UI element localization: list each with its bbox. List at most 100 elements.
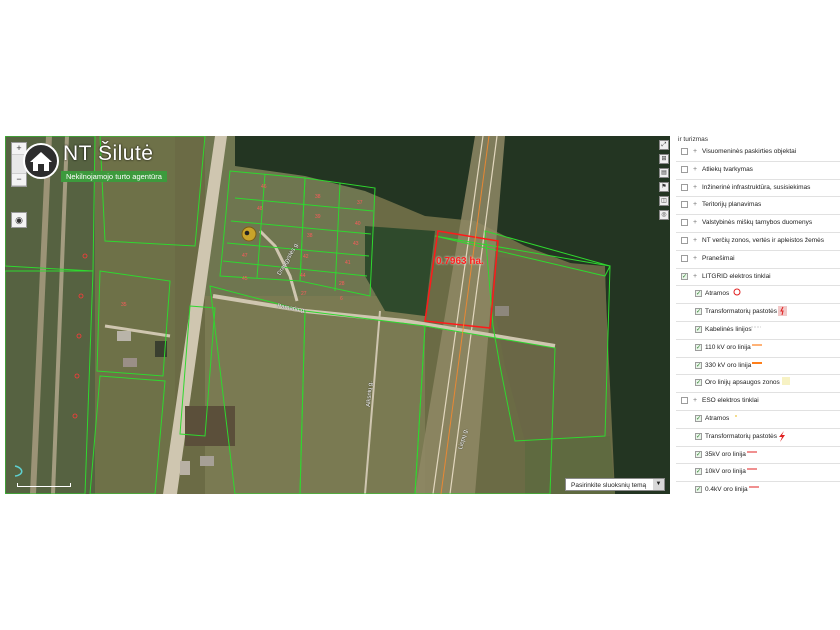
layer-row[interactable]: ✓ Transformatorių pastotės bbox=[676, 429, 840, 447]
satellite-imagery bbox=[5, 136, 670, 494]
layer-label: 35kV oro linija bbox=[705, 450, 746, 458]
red-circle-icon bbox=[733, 288, 741, 298]
locate-icon[interactable]: ◉ bbox=[11, 212, 27, 228]
fullscreen-icon[interactable]: ⤢ bbox=[659, 140, 669, 150]
layer-checkbox[interactable] bbox=[681, 165, 688, 173]
layer-checkbox[interactable] bbox=[681, 236, 688, 244]
flag-icon[interactable]: ⚑ bbox=[659, 182, 669, 192]
layer-label: Oro linijų apsaugos zonos bbox=[705, 379, 780, 387]
plot-number: 48 bbox=[257, 206, 263, 212]
expand-icon[interactable]: + bbox=[693, 219, 697, 226]
measure-icon[interactable]: ⊞ bbox=[659, 154, 669, 164]
layer-checkbox[interactable]: ✓ bbox=[695, 414, 702, 422]
layer-panel: ir turizmas + Visuomeninės paskirties obj… bbox=[676, 136, 840, 496]
layer-checkbox[interactable]: ✓ bbox=[695, 379, 702, 387]
layer-row[interactable]: ✓ Kabelinės linijos bbox=[676, 322, 840, 340]
layer-checkbox[interactable] bbox=[681, 219, 688, 227]
layer-label: Transformatorių pastotės bbox=[705, 308, 778, 316]
layer-row[interactable]: + Pranešimai bbox=[676, 251, 840, 269]
plot-number: 28 bbox=[339, 281, 345, 287]
expand-icon[interactable]: + bbox=[693, 397, 697, 404]
plot-number: 41 bbox=[345, 260, 351, 266]
house-icon bbox=[23, 143, 59, 179]
layer-row[interactable]: ✓ Transformatorių pastotės bbox=[676, 304, 840, 322]
layer-row[interactable]: ✓ 110 kV oro linija bbox=[676, 340, 840, 358]
map-viewer[interactable]: + − ◉ NT Šilutė Nekilnojamojo turto agen… bbox=[5, 136, 670, 494]
layer-theme-select[interactable]: Pasirinkite sluoksnių temą ▼ bbox=[565, 478, 665, 491]
layer-row[interactable]: + Atliekų tvarkymas bbox=[676, 162, 840, 180]
expand-icon[interactable]: + bbox=[693, 273, 697, 280]
expand-icon[interactable]: + bbox=[693, 166, 697, 173]
layer-group-header: ir turizmas bbox=[678, 136, 708, 143]
layer-theme-select-value: Pasirinkite sluoksnių temą bbox=[571, 482, 647, 489]
layer-row[interactable]: + ESO elektros tinklai bbox=[676, 393, 840, 411]
layer-checkbox[interactable] bbox=[681, 254, 688, 262]
layer-label: NT verčių zonos, vertės ir apleistos žem… bbox=[702, 236, 824, 244]
zoom-out-button[interactable]: − bbox=[12, 174, 26, 186]
layer-checkbox[interactable] bbox=[681, 201, 688, 209]
plot-number: 42 bbox=[303, 254, 309, 260]
layer-checkbox[interactable]: ✓ bbox=[681, 272, 688, 280]
plot-number: 35 bbox=[121, 302, 127, 308]
layer-row[interactable]: ✓ 0.4kV oro linija bbox=[676, 482, 840, 496]
red-line-icon bbox=[749, 484, 759, 492]
expand-icon[interactable]: + bbox=[693, 255, 697, 262]
layer-row[interactable]: ✓ Atramos bbox=[676, 286, 840, 305]
expand-icon[interactable]: + bbox=[693, 201, 697, 208]
layer-checkbox[interactable] bbox=[681, 148, 688, 155]
red-line-icon bbox=[747, 449, 757, 457]
layer-label: Transformatorių pastotės bbox=[705, 432, 778, 440]
scale-bar bbox=[17, 483, 71, 487]
plot-number: 37 bbox=[357, 200, 363, 206]
layer-checkbox[interactable]: ✓ bbox=[695, 468, 702, 476]
layer-checkbox[interactable]: ✓ bbox=[695, 486, 702, 494]
layer-row[interactable]: + NT verčių zonos, vertės ir apleistos že… bbox=[676, 233, 840, 251]
plot-number: 40 bbox=[355, 221, 361, 227]
plot-number: 27 bbox=[301, 291, 307, 297]
layer-row[interactable]: + Valstybinės miškų tarnybos duomenys bbox=[676, 215, 840, 233]
plot-number: 39 bbox=[315, 214, 321, 220]
layer-checkbox[interactable] bbox=[681, 397, 688, 405]
layers-icon[interactable]: ◫ bbox=[659, 196, 669, 206]
layer-label: Visuomeninės paskirties objektai bbox=[702, 148, 797, 155]
view-icon[interactable]: ◎ bbox=[659, 210, 669, 220]
layer-checkbox[interactable]: ✓ bbox=[695, 343, 702, 351]
layer-label: Atliekų tvarkymas bbox=[702, 165, 753, 173]
layer-checkbox[interactable]: ✓ bbox=[695, 325, 702, 333]
layer-checkbox[interactable]: ✓ bbox=[695, 290, 702, 298]
layer-row[interactable]: ✓ Atramos bbox=[676, 411, 840, 429]
layer-checkbox[interactable] bbox=[681, 183, 688, 191]
layer-label: Atramos bbox=[705, 414, 730, 422]
plot-number: 38 bbox=[315, 194, 321, 200]
layer-row[interactable]: ✓ + LITGRID elektros tinklai bbox=[676, 269, 840, 287]
layer-row[interactable]: + Inžinerinė infrastruktūra, susisiekimas bbox=[676, 180, 840, 198]
layer-row[interactable]: ✓ 330 kV oro linija bbox=[676, 358, 840, 376]
plot-number: 46 bbox=[261, 184, 267, 190]
layer-row[interactable]: ✓ Oro linijų apsaugos zonos bbox=[676, 375, 840, 394]
layer-row[interactable]: ✓ 35kV oro linija bbox=[676, 447, 840, 465]
parcel-area-label: 0.7963 ha. bbox=[436, 256, 484, 267]
expand-icon[interactable]: + bbox=[693, 237, 697, 244]
plot-number: 6 bbox=[340, 296, 343, 302]
plot-number: 44 bbox=[300, 273, 306, 279]
expand-icon[interactable]: + bbox=[693, 148, 697, 155]
orange-thick-line-icon bbox=[752, 360, 762, 368]
layer-label: LITGRID elektros tinklai bbox=[702, 272, 771, 280]
red-line-icon bbox=[747, 466, 757, 474]
layer-checkbox[interactable]: ✓ bbox=[695, 361, 702, 369]
plot-number: 43 bbox=[353, 241, 359, 247]
layer-checkbox[interactable]: ✓ bbox=[695, 450, 702, 458]
plot-number: 38 bbox=[307, 233, 313, 239]
layer-label: Atramos bbox=[705, 290, 730, 298]
layer-label: 110 kV oro linija bbox=[705, 343, 751, 351]
layer-row[interactable]: ✓ 10kV oro linija bbox=[676, 464, 840, 483]
expand-icon[interactable]: + bbox=[693, 184, 697, 191]
layer-checkbox[interactable]: ✓ bbox=[695, 308, 702, 316]
layer-label: ESO elektros tinklai bbox=[702, 397, 759, 405]
layer-label: Valstybinės miškų tarnybos duomenys bbox=[702, 219, 813, 227]
layer-row[interactable]: + Teritorijų planavimas bbox=[676, 197, 840, 216]
layer-row[interactable]: + Visuomeninės paskirties objektai bbox=[676, 144, 840, 162]
layer-checkbox[interactable]: ✓ bbox=[695, 432, 702, 440]
print-icon[interactable]: ▤ bbox=[659, 168, 669, 178]
layer-label: 0.4kV oro linija bbox=[705, 486, 748, 494]
